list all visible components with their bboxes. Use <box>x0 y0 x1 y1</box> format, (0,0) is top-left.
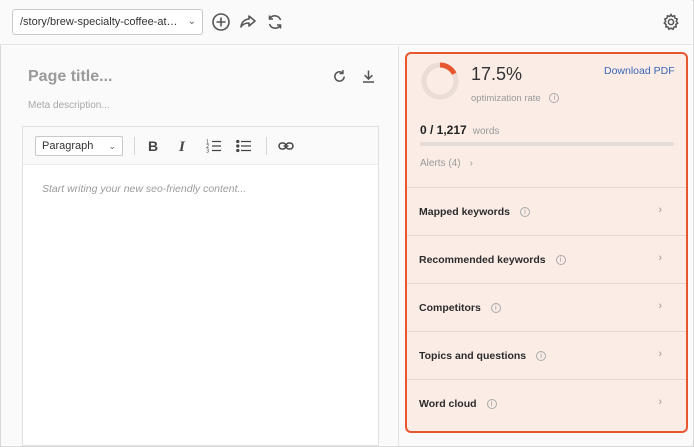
section-label: Recommended keywords i <box>419 254 566 266</box>
gear-icon[interactable] <box>660 11 682 33</box>
divider <box>266 137 267 155</box>
section-title: Recommended keywords <box>419 254 546 266</box>
word-count-progress <box>420 142 674 146</box>
plus-circle-icon[interactable] <box>210 11 232 33</box>
alerts-label: Alerts (4) <box>420 158 461 169</box>
editor-pane: Page title... Meta description... Paragr… <box>1 46 398 446</box>
section-label: Word cloud i <box>419 398 497 410</box>
url-select-value: /story/brew-specialty-coffee-at-ho... <box>20 16 192 28</box>
meta-description-input[interactable]: Meta description... <box>28 100 110 111</box>
chevron-right-icon: › <box>469 158 473 169</box>
alerts-link[interactable]: Alerts (4) › <box>420 158 473 169</box>
info-icon[interactable]: i <box>536 351 547 361</box>
chevron-down-icon: ⌄ <box>187 16 196 27</box>
download-pdf-link[interactable]: Download PDF <box>604 65 675 77</box>
info-icon[interactable]: i <box>486 399 497 409</box>
chevron-right-icon: › <box>658 204 662 216</box>
word-count-value: 0 / 1,217 <box>420 123 467 137</box>
section-word-cloud[interactable]: Word cloud i › <box>407 379 686 427</box>
chevron-down-icon: ⌄ <box>108 141 116 151</box>
link-icon[interactable] <box>277 137 295 155</box>
bold-icon[interactable]: B <box>144 137 162 155</box>
info-icon[interactable]: i <box>555 255 566 265</box>
section-label: Mapped keywords i <box>419 206 531 218</box>
paragraph-select[interactable]: Paragraph ⌄ <box>35 136 123 156</box>
paragraph-select-value: Paragraph <box>42 140 94 152</box>
section-topics-and-questions[interactable]: Topics and questions i › <box>407 331 686 379</box>
section-title: Word cloud <box>419 398 477 410</box>
word-count: 0 / 1,217 words <box>420 123 499 137</box>
section-label: Topics and questions i <box>419 350 547 362</box>
optimization-rate-text: optimization rate <box>471 93 541 104</box>
chevron-right-icon: › <box>658 300 662 312</box>
bullet-list-icon[interactable] <box>235 137 253 155</box>
url-select[interactable]: /story/brew-specialty-coffee-at-ho... ⌄ <box>12 9 203 35</box>
section-title: Competitors <box>419 302 481 314</box>
section-label: Competitors i <box>419 302 501 314</box>
content-placeholder[interactable]: Start writing your new seo-friendly cont… <box>42 183 246 195</box>
format-toolbar: Paragraph ⌄ B I 123 <box>23 127 378 165</box>
ordered-list-icon[interactable]: 123 <box>205 137 223 155</box>
page-title-input[interactable]: Page title... <box>28 68 112 86</box>
section-recommended-keywords[interactable]: Recommended keywords i › <box>407 235 686 283</box>
optimization-rate-donut <box>421 62 459 100</box>
document-editor[interactable]: Paragraph ⌄ B I 123 Start writing your n… <box>22 126 379 446</box>
top-toolbar: /story/brew-specialty-coffee-at-ho... ⌄ <box>0 0 692 45</box>
svg-text:I: I <box>178 139 186 154</box>
svg-text:B: B <box>148 138 158 154</box>
svg-text:3: 3 <box>206 149 209 155</box>
download-icon[interactable] <box>358 66 378 86</box>
section-mapped-keywords[interactable]: Mapped keywords i › <box>407 187 686 235</box>
optimization-rate-value: 17.5% <box>471 64 523 84</box>
refresh-icon[interactable] <box>264 11 286 33</box>
info-icon[interactable]: i <box>549 93 560 103</box>
reload-icon[interactable] <box>329 66 349 86</box>
section-competitors[interactable]: Competitors i › <box>407 283 686 331</box>
optimization-rate-label: optimization rate i <box>471 93 560 104</box>
word-count-unit: words <box>472 126 500 137</box>
chevron-right-icon: › <box>658 252 662 264</box>
section-title: Mapped keywords <box>419 206 511 218</box>
info-icon[interactable]: i <box>520 207 531 217</box>
chevron-right-icon: › <box>658 348 662 360</box>
info-icon[interactable]: i <box>490 303 501 313</box>
italic-icon[interactable]: I <box>174 137 192 155</box>
section-title: Topics and questions <box>419 350 527 362</box>
divider <box>134 137 135 155</box>
share-icon[interactable] <box>237 11 259 33</box>
chevron-right-icon: › <box>658 396 662 408</box>
